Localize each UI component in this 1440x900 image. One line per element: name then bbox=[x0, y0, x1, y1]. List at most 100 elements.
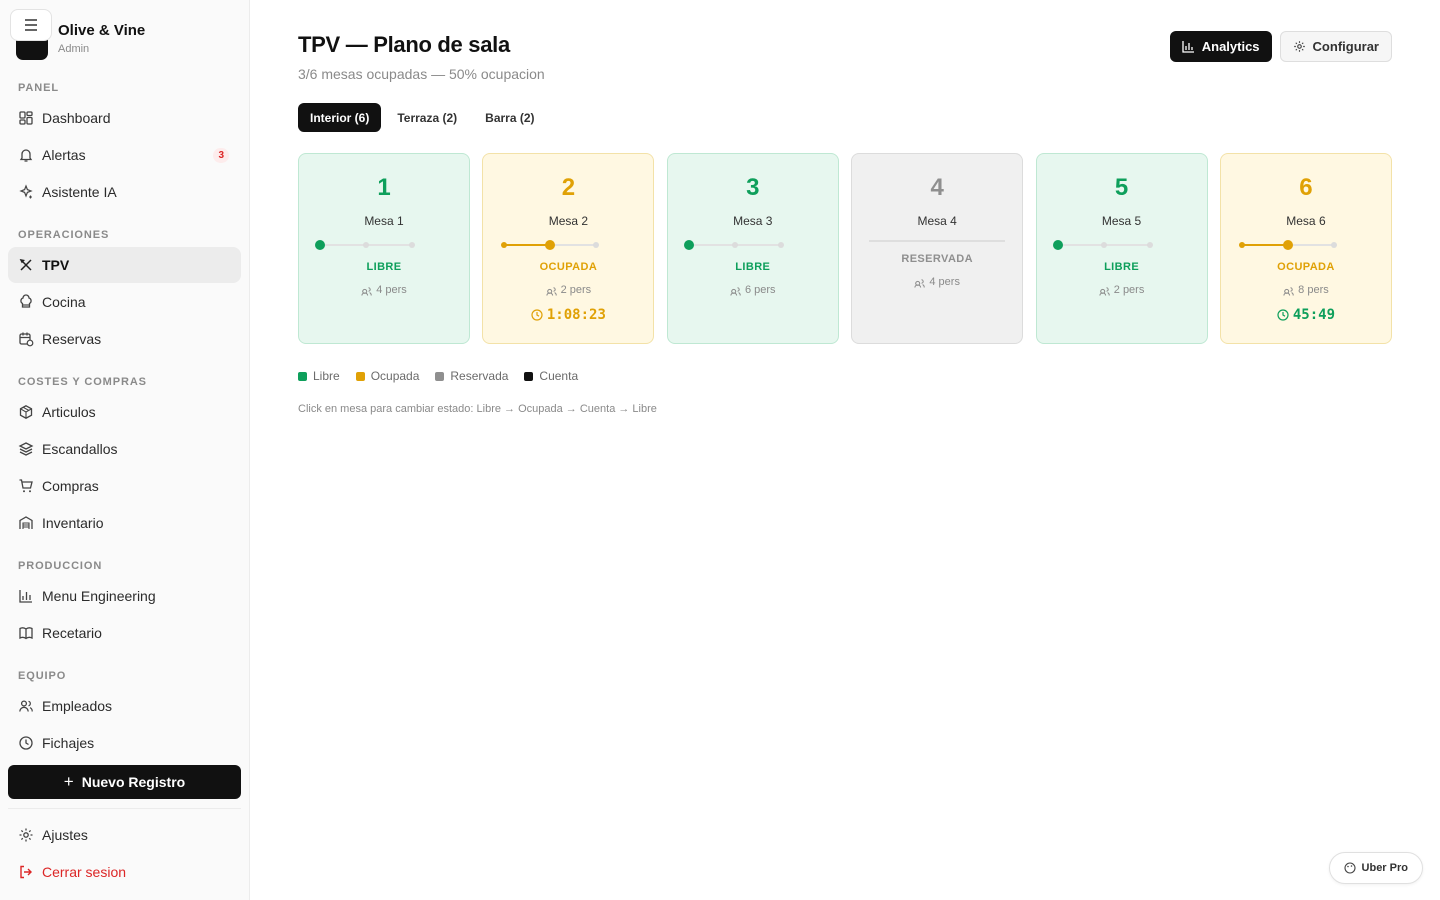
sidebar-item-inventario[interactable]: Inventario bbox=[8, 505, 241, 541]
table-capacity-label: 6 pers bbox=[744, 284, 776, 296]
sidebar-item-ajustes[interactable]: Ajustes bbox=[8, 817, 241, 853]
table-card-2[interactable]: 2 Mesa 2 OCUPADA 2 pers 1:08:23 bbox=[482, 153, 655, 344]
legend-label: Cuenta bbox=[539, 369, 579, 383]
sidebar-item-asistente-ia[interactable]: Asistente IA bbox=[8, 174, 241, 210]
analytics-button[interactable]: Analytics bbox=[1169, 31, 1272, 62]
analytics-label: Analytics bbox=[1201, 39, 1260, 54]
stepper-dot bbox=[1238, 242, 1245, 248]
sidebar-item-escandallos[interactable]: Escandallos bbox=[8, 431, 241, 467]
status-stepper bbox=[501, 239, 600, 251]
legend-item: Ocupada bbox=[355, 369, 419, 383]
stepper-dot bbox=[363, 242, 369, 248]
users-icon bbox=[18, 698, 34, 714]
users-icon bbox=[1283, 286, 1294, 296]
stepper-dot bbox=[315, 240, 325, 250]
brand-role: Admin bbox=[58, 43, 90, 55]
table-number: 1 bbox=[377, 174, 391, 201]
sidebar-item-label: Inventario bbox=[42, 515, 104, 531]
sidebar-item-label: Escandallos bbox=[42, 441, 118, 457]
table-name: Mesa 4 bbox=[917, 214, 957, 228]
users-icon bbox=[361, 286, 372, 296]
table-card-1[interactable]: 1 Mesa 1 LIBRE 4 pers bbox=[298, 153, 470, 344]
sidebar-item-label: Reservas bbox=[42, 331, 102, 347]
sidebar-item-compras[interactable]: Compras bbox=[8, 468, 241, 504]
sidebar-item-label: Compras bbox=[42, 478, 99, 494]
table-capacity-label: 8 pers bbox=[1298, 284, 1329, 296]
sidebar-item-label: Menu Engineering bbox=[42, 588, 156, 604]
new-record-button[interactable]: + Nuevo Registro bbox=[8, 765, 241, 799]
sidebar-item-label: Cocina bbox=[42, 294, 86, 310]
table-timer-value: 1:08:23 bbox=[546, 307, 606, 323]
uber-pro-button[interactable]: Uber Pro bbox=[1328, 852, 1423, 884]
table-number: 4 bbox=[930, 174, 944, 201]
sparkles-icon bbox=[18, 184, 34, 200]
table-name: Mesa 3 bbox=[733, 214, 773, 228]
utensils-icon bbox=[18, 257, 34, 273]
legend-label: Libre bbox=[313, 369, 340, 383]
sidebar-item-tpv[interactable]: TPV bbox=[8, 247, 241, 283]
sidebar-item-recetario[interactable]: Recetario bbox=[8, 615, 241, 651]
sidebar-item-cocina[interactable]: Cocina bbox=[8, 284, 241, 320]
sidebar-item-label: TPV bbox=[42, 257, 70, 273]
stepper-fill bbox=[1241, 244, 1288, 246]
table-card-5[interactable]: 5 Mesa 5 LIBRE 2 pers bbox=[1035, 153, 1208, 344]
alert-count-badge: 3 bbox=[213, 147, 229, 163]
sidebar-footer: Ajustes Cerrar sesion bbox=[8, 808, 241, 891]
sidebar-nav: PANEL Dashboard Alertas 3 Asistente IA OPERAC… bbox=[8, 64, 241, 762]
brand-name: Olive & Vine bbox=[58, 22, 146, 39]
new-record-label: Nuevo Registro bbox=[81, 774, 186, 790]
table-status: OCUPADA bbox=[1277, 261, 1335, 273]
sidebar-item-label: Fichajes bbox=[42, 735, 95, 751]
stepper-dot bbox=[1330, 242, 1337, 248]
zone-tab[interactable]: Interior (6) bbox=[298, 103, 382, 132]
sidebar-item-empleados[interactable]: Empleados bbox=[8, 688, 241, 724]
sidebar-item-alertas[interactable]: Alertas 3 bbox=[8, 137, 241, 173]
sidebar-item-label: Alertas bbox=[42, 147, 86, 163]
table-card-4[interactable]: 4 Mesa 4 RESERVADA 4 pers bbox=[851, 153, 1024, 344]
table-capacity: 2 pers bbox=[1037, 284, 1207, 296]
legend-item: Libre bbox=[298, 369, 340, 383]
chef-hat-icon bbox=[18, 294, 34, 310]
stepper-dot bbox=[593, 242, 600, 248]
sidebar-item-menu-engineering[interactable]: Menu Engineering bbox=[8, 578, 241, 614]
nav-section-title: EQUIPO bbox=[18, 670, 67, 682]
stepper-dot bbox=[683, 240, 694, 250]
table-card-6[interactable]: 6 Mesa 6 OCUPADA 8 pers 45:49 bbox=[1219, 153, 1392, 344]
stepper-dot bbox=[1146, 242, 1153, 248]
legend-swatch bbox=[355, 371, 365, 381]
package-icon bbox=[18, 404, 34, 420]
sidebar-item-label: Cerrar sesion bbox=[42, 864, 127, 880]
book-icon bbox=[18, 625, 34, 641]
logout-button[interactable]: Cerrar sesion bbox=[8, 854, 241, 890]
header-actions: Analytics Configurar bbox=[1169, 31, 1392, 62]
zone-tab[interactable]: Terraza (2) bbox=[385, 103, 469, 132]
logout-icon bbox=[18, 864, 34, 880]
table-card-3[interactable]: 3 Mesa 3 LIBRE 6 pers bbox=[666, 153, 839, 344]
stepper-dot bbox=[501, 242, 508, 248]
legend-item: Reservada bbox=[435, 369, 508, 383]
users-icon bbox=[914, 278, 926, 288]
zone-tab[interactable]: Barra (2) bbox=[473, 103, 546, 132]
page-title: TPV — Plano de sala bbox=[298, 32, 510, 57]
table-name: Mesa 1 bbox=[364, 214, 404, 228]
table-capacity: 6 pers bbox=[668, 284, 838, 296]
menu-toggle-button[interactable] bbox=[10, 9, 52, 41]
uber-pro-label: Uber Pro bbox=[1361, 862, 1408, 874]
configure-button[interactable]: Configurar bbox=[1279, 31, 1392, 62]
table-status: LIBRE bbox=[735, 261, 771, 273]
users-icon bbox=[545, 286, 557, 296]
stepper-dot bbox=[731, 242, 738, 248]
table-capacity: 4 pers bbox=[299, 284, 469, 296]
status-stepper bbox=[1238, 239, 1337, 251]
nav-section-title: PANEL bbox=[18, 82, 59, 94]
sidebar-item-articulos[interactable]: Articulos bbox=[8, 394, 241, 430]
sidebar-item-dashboard[interactable]: Dashboard bbox=[8, 100, 241, 136]
sidebar-item-reservas[interactable]: Reservas bbox=[8, 321, 241, 357]
sidebar-item-label: Articulos bbox=[42, 404, 96, 420]
table-name: Mesa 6 bbox=[1286, 214, 1326, 228]
gear-icon bbox=[18, 827, 34, 843]
sidebar-item-fichajes[interactable]: Fichajes bbox=[8, 725, 241, 761]
table-capacity-label: 2 pers bbox=[560, 284, 592, 296]
palette-icon bbox=[1343, 862, 1356, 874]
legend-swatch bbox=[524, 371, 534, 381]
